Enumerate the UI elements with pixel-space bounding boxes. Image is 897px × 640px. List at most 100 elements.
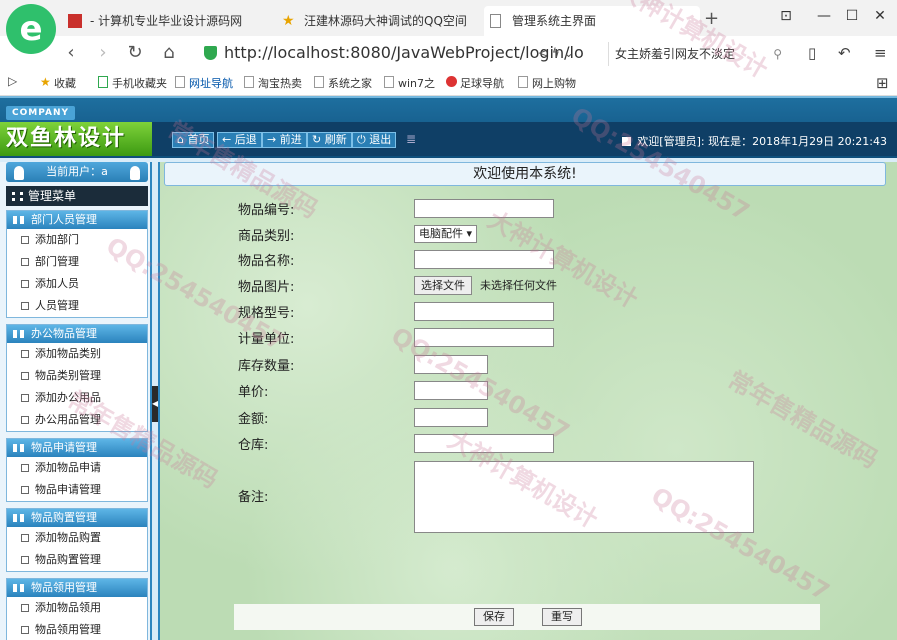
bookmark-label: 淘宝热卖 (258, 77, 302, 90)
skin-icon[interactable]: ⊡ (776, 8, 796, 24)
item-icon (21, 372, 29, 380)
menu-group-title[interactable]: 物品领用管理 (7, 579, 147, 597)
phone-icon[interactable]: ▯ (808, 44, 816, 62)
menu-item-add-receive[interactable]: 添加物品领用 (7, 597, 147, 619)
menu-group-title[interactable]: 办公物品管理 (7, 325, 147, 343)
item-icon (21, 236, 29, 244)
menu-item-person-manage[interactable]: 人员管理 (7, 295, 147, 317)
nav-separator-icon: ≣ (406, 132, 417, 146)
menu-group-apply: 物品申请管理 添加物品申请 物品申请管理 (6, 438, 148, 502)
menu-item-label: 添加办公用品 (35, 391, 101, 404)
menu-group-title[interactable]: 部门人员管理 (7, 211, 147, 229)
menu-item-add-supply[interactable]: 添加办公用品 (7, 387, 147, 409)
reset-button[interactable]: 重写 (542, 608, 582, 626)
remark-textarea[interactable] (414, 461, 754, 533)
tab-qq-space[interactable]: ★ 汪建林源码大神调试的QQ空间 (276, 6, 484, 36)
category-select[interactable]: 电脑配件 ▾ (414, 225, 478, 243)
pin-icon (14, 166, 24, 180)
undo-icon[interactable]: ↶ (838, 44, 851, 62)
unit-price-input[interactable] (414, 381, 488, 400)
nav-home-button[interactable]: ⌂ 首页 (172, 132, 215, 148)
menu-item-label: 添加部门 (35, 233, 79, 246)
choose-file-button[interactable]: 选择文件 (414, 276, 472, 295)
bookmark-label: 网址导航 (189, 77, 233, 90)
url-input[interactable]: http://localhost:8080/JavaWebProject/log… (198, 40, 596, 66)
close-button[interactable]: ✕ (870, 8, 890, 24)
sidebar-toggle-icon[interactable]: ▷ (8, 74, 17, 88)
menu-item-category-manage[interactable]: 物品类别管理 (7, 365, 147, 387)
nav-forward-button[interactable]: → 前进 (262, 132, 307, 148)
menu-item-add-category[interactable]: 添加物品类别 (7, 343, 147, 365)
menu-item-add-person[interactable]: 添加人员 (7, 273, 147, 295)
url-tools[interactable]: < ϟ ⌄ (538, 46, 574, 60)
item-icon (21, 604, 29, 612)
warehouse-input[interactable] (414, 434, 554, 453)
page-icon (518, 76, 528, 88)
menu-item-supply-manage[interactable]: 办公用品管理 (7, 409, 147, 431)
tab-label: 管理系统主界面 (512, 14, 597, 28)
item-icon (21, 464, 29, 472)
tab-label: - 计算机专业毕业设计源码网 (90, 14, 243, 28)
nav-label: 退出 (369, 133, 392, 146)
menu-icon[interactable]: ≡ (874, 44, 887, 62)
menu-item-add-dept[interactable]: 添加部门 (7, 229, 147, 251)
item-name-input[interactable] (414, 250, 554, 269)
save-button[interactable]: 保存 (474, 608, 514, 626)
group-icon (13, 216, 24, 224)
home-icon[interactable]: ⌂ (158, 42, 180, 63)
nav-back-button[interactable]: ← 后退 (217, 132, 262, 148)
bookmark-mobile[interactable]: 手机收藏夹 (98, 75, 167, 91)
app-logo: 双鱼林设计 (0, 122, 152, 156)
menu-item-add-apply[interactable]: 添加物品申请 (7, 457, 147, 479)
group-icon (13, 584, 24, 592)
unit-input[interactable] (414, 328, 554, 347)
bookmark-taobao[interactable]: 淘宝热卖 (244, 75, 302, 91)
spec-input[interactable] (414, 302, 554, 321)
amount-input[interactable] (414, 408, 488, 427)
menu-item-purchase-manage[interactable]: 物品购置管理 (7, 549, 147, 571)
menu-item-receive-manage[interactable]: 物品领用管理 (7, 619, 147, 640)
group-icon (13, 330, 24, 338)
form-label: 物品编号: (238, 203, 295, 218)
nav-label: 刷新 (324, 133, 347, 146)
menu-group-title[interactable]: 物品申请管理 (7, 439, 147, 457)
nav-label: 首页 (187, 133, 210, 146)
minimize-button[interactable]: — (814, 8, 834, 24)
grid-icon (12, 192, 23, 201)
bookmark-system[interactable]: 系统之家 (314, 75, 372, 91)
nav-logout-button[interactable]: ⏻ 退出 (352, 132, 397, 148)
form-label: 单价: (238, 385, 269, 400)
back-icon[interactable]: ‹ (60, 42, 82, 63)
nav-label: 前进 (279, 133, 302, 146)
bookmarks-bar: ▷ ★ 收藏 手机收藏夹 网址导航 淘宝热卖 系统之家 win7之 足球导航 网上… (0, 70, 897, 96)
item-icon (21, 350, 29, 358)
form-actions: 保存 重写 (234, 604, 820, 630)
nav-refresh-button[interactable]: ↻ 刷新 (307, 132, 352, 148)
bookmark-win7[interactable]: win7之 (384, 75, 435, 91)
menu-item-apply-manage[interactable]: 物品申请管理 (7, 479, 147, 501)
forward-icon[interactable]: › (92, 42, 114, 63)
menu-item-add-purchase[interactable]: 添加物品购置 (7, 527, 147, 549)
menu-item-label: 部门管理 (35, 255, 79, 268)
stock-quantity-input[interactable] (414, 355, 488, 374)
tab-source-site[interactable]: - 计算机专业毕业设计源码网 (62, 6, 272, 36)
bookmark-football[interactable]: 足球导航 (446, 75, 504, 91)
page-icon (314, 76, 324, 88)
url-text: http://localhost:8080/JavaWebProject/log… (224, 43, 584, 62)
item-icon (21, 394, 29, 402)
menu-group-title[interactable]: 物品购置管理 (7, 509, 147, 527)
bookmark-favorites[interactable]: ★ 收藏 (40, 75, 76, 91)
tab-main-interface[interactable]: 管理系统主界面 (484, 6, 700, 36)
menu-item-dept-manage[interactable]: 部门管理 (7, 251, 147, 273)
welcome-status: 欢迎[管理员]: 现在是：2018年1月29日 20:21:43 (622, 133, 887, 149)
reload-icon[interactable]: ↻ (124, 42, 146, 63)
item-code-input[interactable] (414, 199, 554, 218)
bookmark-nav[interactable]: 网址导航 (175, 75, 233, 91)
maximize-button[interactable]: ☐ (842, 8, 862, 24)
new-tab-button[interactable]: + (704, 8, 719, 29)
search-icon[interactable]: ⚲ (773, 42, 782, 66)
apps-grid-icon[interactable]: ⊞ (876, 74, 889, 92)
search-input[interactable]: 女主娇羞引网友不淡定 ⚲ (608, 42, 788, 66)
bookmark-shopping[interactable]: 网上购物 (518, 75, 576, 91)
group-title-text: 物品购置管理 (31, 511, 97, 524)
